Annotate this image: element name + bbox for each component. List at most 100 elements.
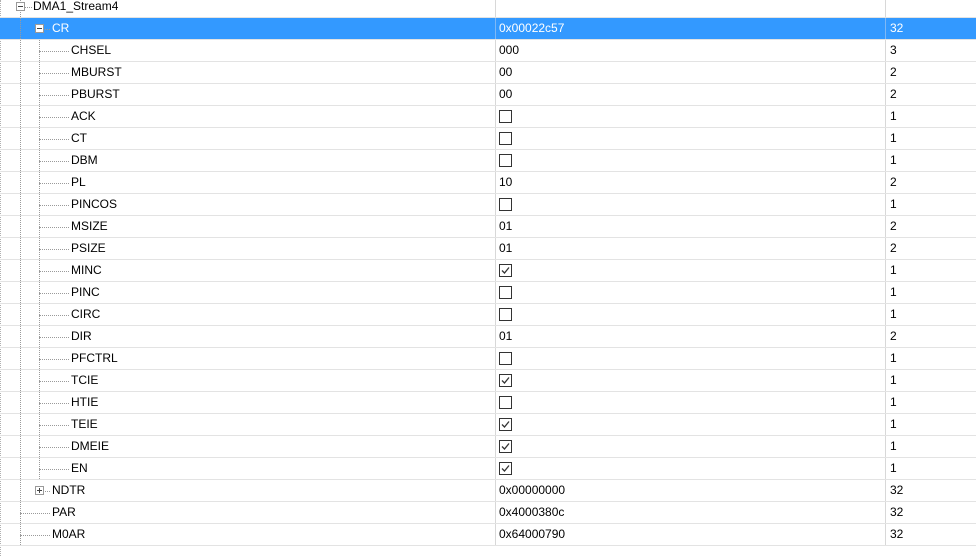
value-pburst[interactable]: 00 [499, 84, 884, 105]
column-divider [495, 260, 496, 281]
field-row-pfctrl[interactable]: PFCTRL 1 [0, 348, 976, 370]
value-m0ar[interactable]: 0x64000790 [499, 524, 884, 545]
field-row-minc[interactable]: MINC 1 [0, 260, 976, 282]
checkbox-dbm[interactable] [499, 154, 512, 167]
value-mburst[interactable]: 00 [499, 62, 884, 83]
value-dir[interactable]: 01 [499, 326, 884, 347]
column-divider [495, 524, 496, 545]
register-row-ndtr[interactable]: NDTR 0x00000000 32 [0, 480, 976, 502]
field-row-msize[interactable]: MSIZE 01 2 [0, 216, 976, 238]
column-divider [495, 326, 496, 347]
column-divider [495, 436, 496, 457]
column-divider [495, 458, 496, 479]
column-divider [885, 304, 886, 325]
field-row-pinc[interactable]: PINC 1 [0, 282, 976, 304]
field-row-ack[interactable]: ACK 1 [0, 106, 976, 128]
field-name: PINCOS [71, 197, 118, 211]
checkbox-tcie[interactable] [499, 374, 512, 387]
field-name: MBURST [71, 65, 122, 79]
field-name: DMEIE [71, 439, 110, 453]
value-chsel[interactable]: 000 [499, 40, 884, 61]
column-divider [495, 216, 496, 237]
field-row-pl[interactable]: PL 10 2 [0, 172, 976, 194]
checkbox-en[interactable] [499, 462, 512, 475]
tree-branch-line [20, 513, 50, 514]
field-name: TEIE [71, 417, 98, 431]
tree-guide-line [20, 106, 21, 127]
expand-icon[interactable] [35, 486, 44, 495]
value-pl[interactable]: 10 [499, 172, 884, 193]
tree-guide-line [20, 216, 21, 237]
tree-guide-line [20, 238, 21, 259]
field-name: HTIE [71, 395, 99, 409]
tree-guide-line [20, 260, 21, 281]
checkbox-minc[interactable] [499, 264, 512, 277]
field-row-teie[interactable]: TEIE 1 [0, 414, 976, 436]
bits-teie: 1 [890, 417, 897, 431]
column-divider [885, 370, 886, 391]
bits-ack: 1 [890, 109, 897, 123]
bits-msize: 2 [890, 219, 897, 233]
tree-branch-line [39, 271, 69, 272]
tree-guide-line [20, 326, 21, 347]
value-msize[interactable]: 01 [499, 216, 884, 237]
tree-branch-line [43, 29, 50, 30]
field-row-pburst[interactable]: PBURST 00 2 [0, 84, 976, 106]
field-row-psize[interactable]: PSIZE 01 2 [0, 238, 976, 260]
tree-branch-line [39, 51, 69, 52]
field-row-dir[interactable]: DIR 01 2 [0, 326, 976, 348]
column-divider [885, 84, 886, 105]
collapse-icon[interactable] [16, 2, 25, 11]
field-name: CIRC [71, 307, 101, 321]
tree-branch-line [39, 293, 69, 294]
tree-guide-line [20, 414, 21, 435]
field-row-htie[interactable]: HTIE 1 [0, 392, 976, 414]
tree-row-root[interactable]: DMA1_Stream4 [0, 0, 976, 18]
value-ndtr[interactable]: 0x00000000 [499, 480, 884, 501]
register-row-m0ar[interactable]: M0AR 0x64000790 32 [0, 524, 976, 546]
column-divider [885, 282, 886, 303]
column-divider [885, 0, 886, 17]
register-row-cr[interactable]: CR 0x00022c57 32 [0, 18, 976, 40]
field-row-dbm[interactable]: DBM 1 [0, 150, 976, 172]
column-divider [495, 392, 496, 413]
checkbox-circ[interactable] [499, 308, 512, 321]
field-row-mburst[interactable]: MBURST 00 2 [0, 62, 976, 84]
collapse-icon[interactable] [35, 24, 44, 33]
column-divider [495, 414, 496, 435]
checkbox-pinc[interactable] [499, 286, 512, 299]
checkbox-pfctrl[interactable] [499, 352, 512, 365]
checkbox-htie[interactable] [499, 396, 512, 409]
value-psize[interactable]: 01 [499, 238, 884, 259]
register-tree-grid: DMA1_Stream4 CR 0x00022c57 32 CHSEL 000 3 MBURS… [0, 0, 976, 556]
checkbox-teie[interactable] [499, 418, 512, 431]
field-row-dmeie[interactable]: DMEIE 1 [0, 436, 976, 458]
tree-branch-line [39, 315, 69, 316]
field-row-pincos[interactable]: PINCOS 1 [0, 194, 976, 216]
field-row-chsel[interactable]: CHSEL 000 3 [0, 40, 976, 62]
tree-guide-line [20, 172, 21, 193]
tree-guide-line [20, 370, 21, 391]
field-row-ct[interactable]: CT 1 [0, 128, 976, 150]
tree-branch-line [39, 117, 69, 118]
register-row-par[interactable]: PAR 0x4000380c 32 [0, 502, 976, 524]
checkbox-dmeie[interactable] [499, 440, 512, 453]
field-row-tcie[interactable]: TCIE 1 [0, 370, 976, 392]
field-name: DIR [71, 329, 92, 343]
checkbox-ack[interactable] [499, 110, 512, 123]
field-row-circ[interactable]: CIRC 1 [0, 304, 976, 326]
bits-pfctrl: 1 [890, 351, 897, 365]
checkbox-pincos[interactable] [499, 198, 512, 211]
column-divider [885, 436, 886, 457]
field-row-en[interactable]: EN 1 [0, 458, 976, 480]
tree-branch-line [39, 425, 69, 426]
column-divider [885, 194, 886, 215]
value-cr[interactable]: 0x00022c57 [499, 18, 884, 39]
tree-branch-line [25, 7, 32, 8]
checkbox-ct[interactable] [499, 132, 512, 145]
value-par[interactable]: 0x4000380c [499, 502, 884, 523]
field-name: PFCTRL [71, 351, 118, 365]
field-name: EN [71, 461, 88, 475]
field-name: CHSEL [71, 43, 112, 57]
tree-branch-line [39, 469, 69, 470]
